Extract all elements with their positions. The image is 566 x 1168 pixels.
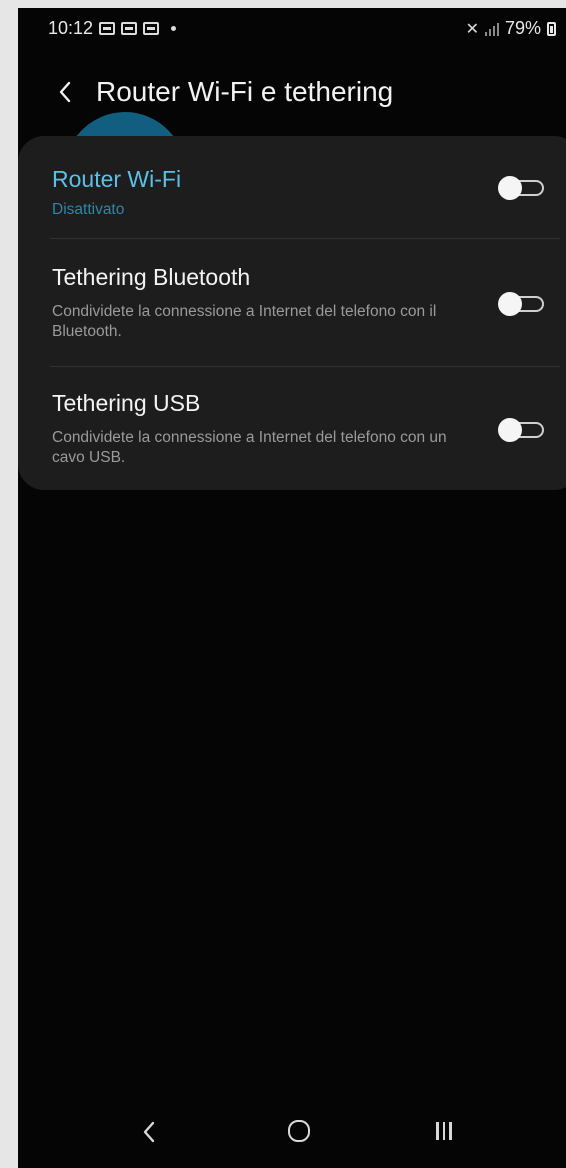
battery-percentage: 79% <box>504 18 541 38</box>
gallery-notification-icon <box>143 22 160 35</box>
gallery-notification-icon <box>121 22 138 35</box>
page-title: Router Wi-Fi e tethering <box>96 76 394 107</box>
setting-row-wifi-router[interactable]: Router Wi-Fi Disattivato <box>18 136 566 238</box>
nav-back-button[interactable] <box>138 1118 162 1146</box>
back-button[interactable] <box>48 72 82 112</box>
setting-title: Router Wi-Fi <box>52 166 182 192</box>
nav-back-icon <box>143 1121 155 1143</box>
more-dot-icon <box>171 26 177 31</box>
nav-recents-icon[interactable] <box>436 1122 452 1140</box>
mute-icon: ✕ <box>465 20 479 38</box>
status-left: 10:12 <box>48 18 177 39</box>
status-bar: 10:12 ✕ 79% <box>18 8 566 50</box>
toggle-thumb <box>498 418 522 442</box>
battery-icon <box>547 21 556 36</box>
chevron-left-icon <box>59 81 71 103</box>
toggle-thumb <box>498 292 522 316</box>
navigation-bar <box>18 1098 566 1168</box>
gallery-notification-icon <box>99 22 116 35</box>
app-header: Router Wi-Fi e tethering <box>18 66 566 122</box>
toggle-thumb <box>498 176 522 200</box>
setting-row-usb-tethering[interactable]: Tethering USB Condividete la connessione… <box>18 366 566 490</box>
setting-subtitle: Condividete la connessione a Internet de… <box>52 429 447 466</box>
setting-title: Tethering USB <box>52 390 201 416</box>
phone-screen: 10:12 ✕ 79% Router Wi-Fi e tethering Rou… <box>18 8 566 1168</box>
setting-subtitle: Condividete la connessione a Internet de… <box>52 303 437 340</box>
status-time: 10:12 <box>48 18 94 38</box>
setting-title: Tethering Bluetooth <box>52 264 251 290</box>
bluetooth-tethering-toggle[interactable] <box>498 292 546 316</box>
setting-row-bluetooth-tethering[interactable]: Tethering Bluetooth Condividete la conne… <box>18 238 566 366</box>
usb-tethering-toggle[interactable] <box>498 418 546 442</box>
setting-subtitle: Disattivato <box>52 201 125 218</box>
nav-home-icon[interactable] <box>288 1120 310 1142</box>
tethering-settings-card: Router Wi-Fi Disattivato Tethering Bluet… <box>18 136 566 490</box>
signal-icon <box>484 22 499 36</box>
wifi-router-toggle[interactable] <box>498 176 546 200</box>
status-right: ✕ 79% <box>466 18 556 39</box>
